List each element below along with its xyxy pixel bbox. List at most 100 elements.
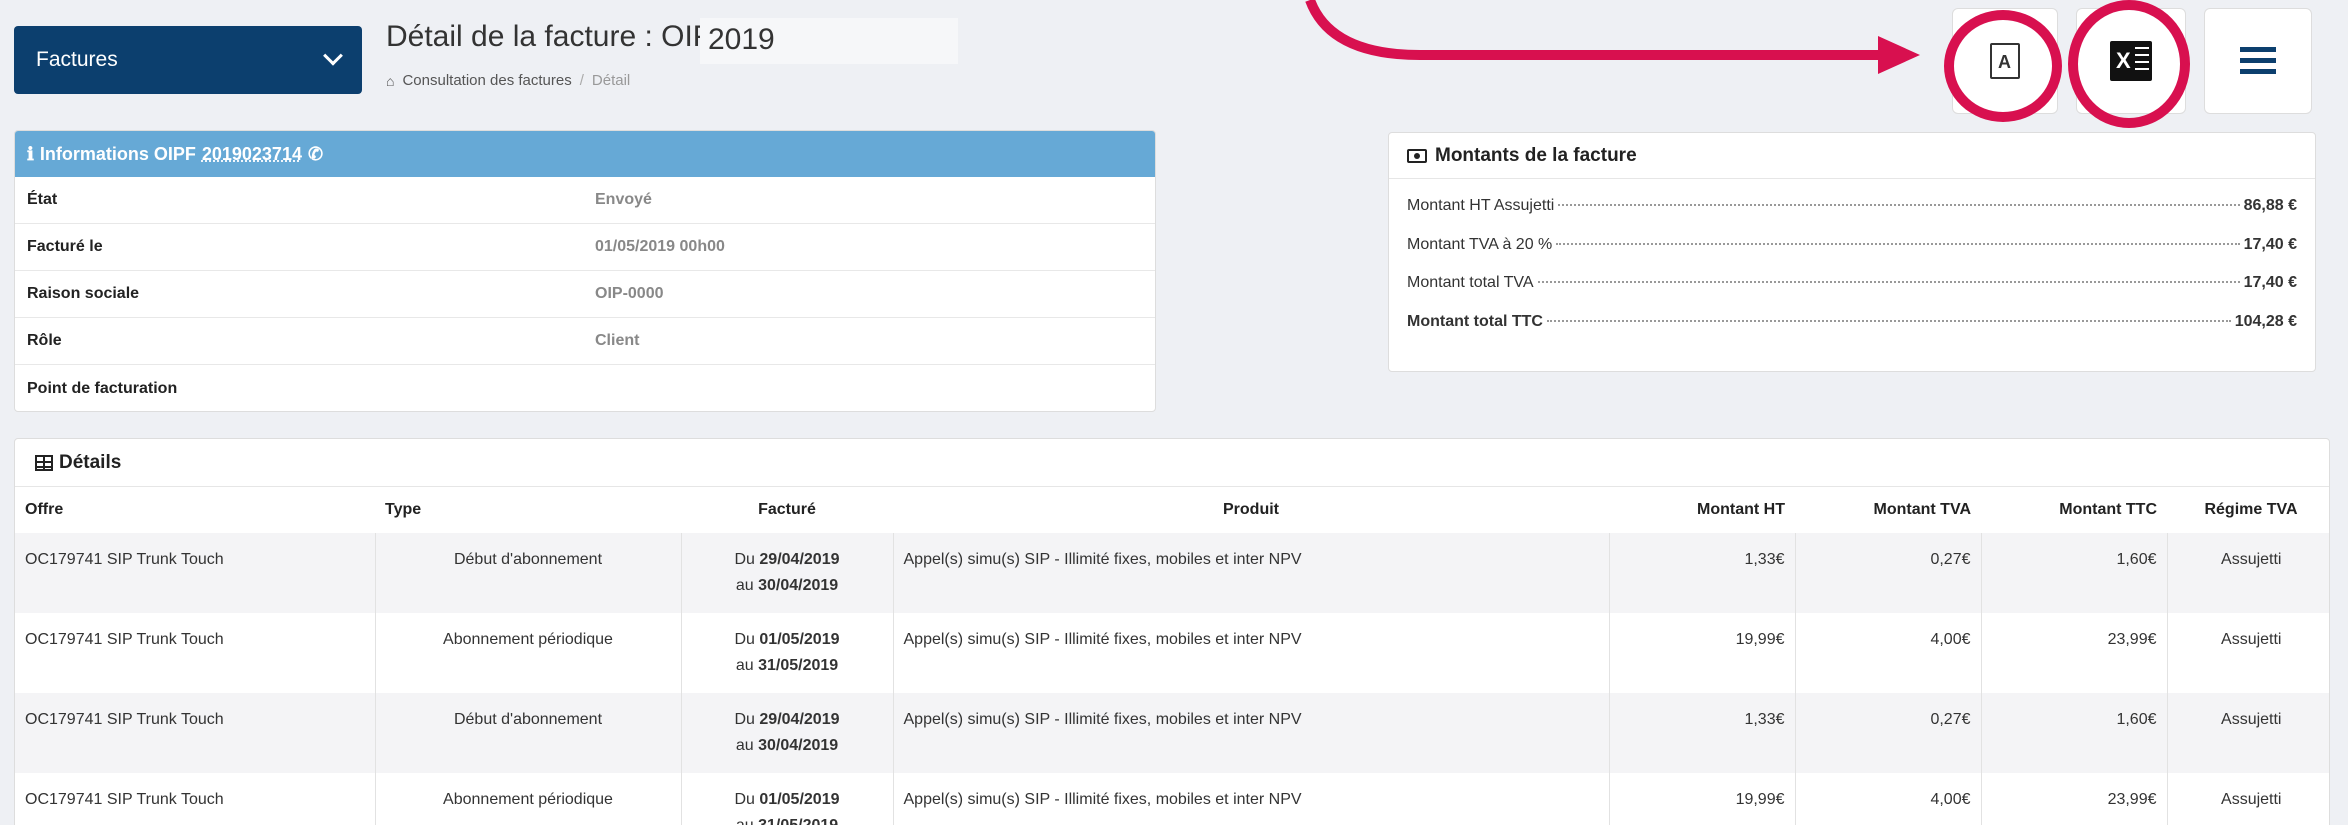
page-title-year: 2019 bbox=[700, 18, 958, 64]
page-title: Détail de la facture : OIPF bbox=[386, 20, 732, 53]
cell-type: Abonnement périodique bbox=[374, 613, 681, 693]
cell-offre: OC179741 SIP Trunk Touch bbox=[25, 551, 224, 568]
list-icon bbox=[2240, 47, 2276, 75]
amount-value: 17,40 € bbox=[2243, 235, 2297, 253]
cell-produit: Appel(s) simu(s) SIP - Illimité fixes, m… bbox=[892, 773, 1609, 825]
phone-icon: ✆ bbox=[307, 143, 324, 164]
table-row: OC179741 SIP Trunk Touch Début d'abonnem… bbox=[15, 533, 2329, 613]
cell-type: Abonnement périodique bbox=[374, 773, 681, 825]
cell-montant-ttc: 23,99€ bbox=[1980, 773, 2167, 825]
amount-label: Montant HT Assujetti bbox=[1407, 197, 1555, 214]
amounts-title: Montants de la facture bbox=[1435, 144, 1637, 166]
cell-type: Début d'abonnement bbox=[374, 533, 681, 613]
cell-montant-ttc: 1,60€ bbox=[1980, 533, 2167, 613]
info-value: Client bbox=[595, 332, 640, 349]
cell-regime-tva: Assujetti bbox=[2166, 693, 2329, 773]
cell-montant-ht: 1,33€ bbox=[1608, 693, 1795, 773]
table-row: OC179741 SIP Trunk Touch Début d'abonnem… bbox=[15, 693, 2329, 773]
breadcrumb-separator: / bbox=[579, 72, 584, 89]
details-table: Offre Type Facturé Produit Montant HT Mo… bbox=[15, 487, 2329, 825]
cell-facture: Du 01/05/2019au 31/05/2019 bbox=[680, 613, 893, 693]
cell-montant-ht: 19,99€ bbox=[1608, 613, 1795, 693]
breadcrumb: ⌂ Consultation des factures / Détail bbox=[386, 72, 630, 89]
cell-produit: Appel(s) simu(s) SIP - Illimité fixes, m… bbox=[892, 613, 1609, 693]
factures-nav-dropdown[interactable]: Factures bbox=[14, 26, 362, 94]
table-icon bbox=[35, 454, 53, 471]
info-label: Point de facturation bbox=[27, 379, 178, 397]
column-header-facture[interactable]: Facturé bbox=[681, 487, 893, 533]
breadcrumb-current: Détail bbox=[591, 72, 631, 89]
column-header-montant-tva[interactable]: Montant TVA bbox=[1795, 487, 1981, 533]
cell-montant-ht: 1,33€ bbox=[1608, 533, 1795, 613]
column-header-montant-ht[interactable]: Montant HT bbox=[1609, 487, 1795, 533]
invoice-info-panel: ℹ Informations OIPF 2019023714 ✆ État Env… bbox=[14, 130, 1156, 412]
column-header-montant-ttc[interactable]: Montant TTC bbox=[1981, 487, 2167, 533]
cell-montant-tva: 0,27€ bbox=[1794, 533, 1981, 613]
money-icon bbox=[1407, 148, 1427, 163]
amount-row-ht: Montant HT Assujetti 86,88 € bbox=[1407, 197, 2297, 236]
annotation-circle-pdf bbox=[1944, 10, 2062, 122]
list-view-button[interactable] bbox=[2204, 8, 2312, 114]
cell-regime-tva: Assujetti bbox=[2166, 613, 2329, 693]
cell-montant-ttc: 1,60€ bbox=[1980, 693, 2167, 773]
info-row-point-facturation: Point de facturation bbox=[15, 365, 1155, 411]
info-label: Raison sociale bbox=[27, 285, 140, 302]
cell-montant-tva: 0,27€ bbox=[1794, 693, 1981, 773]
cell-facture: Du 01/05/2019au 31/05/2019 bbox=[680, 773, 893, 825]
cell-type: Début d'abonnement bbox=[374, 693, 681, 773]
column-header-type[interactable]: Type bbox=[375, 487, 681, 533]
info-row-raison-sociale: Raison sociale OIP-0000 bbox=[15, 271, 1155, 318]
amount-value: 86,88 € bbox=[2243, 197, 2297, 214]
cell-offre: OC179741 SIP Trunk Touch bbox=[25, 791, 224, 808]
cell-offre: OC179741 SIP Trunk Touch bbox=[25, 711, 224, 728]
column-header-produit[interactable]: Produit bbox=[893, 487, 1609, 533]
amount-row-total-ttc: Montant total TTC 104,28 € bbox=[1407, 313, 2297, 352]
cell-facture: Du 29/04/2019 au 30/04/2019 bbox=[680, 533, 893, 613]
info-icon: ℹ bbox=[27, 143, 34, 164]
cell-montant-ttc: 23,99€ bbox=[1980, 613, 2167, 693]
info-value: 01/05/2019 00h00 bbox=[595, 238, 725, 255]
cell-montant-tva: 4,00€ bbox=[1794, 613, 1981, 693]
cell-regime-tva: Assujetti bbox=[2166, 533, 2329, 613]
amount-value: 104,28 € bbox=[2234, 312, 2297, 330]
cell-produit: Appel(s) simu(s) SIP - Illimité fixes, m… bbox=[892, 533, 1609, 613]
nav-dropdown-label: Factures bbox=[36, 48, 118, 71]
info-row-facture-le: Facturé le 01/05/2019 00h00 bbox=[15, 224, 1155, 271]
table-header-row: Offre Type Facturé Produit Montant HT Mo… bbox=[15, 487, 2329, 533]
home-icon: ⌂ bbox=[386, 72, 395, 89]
table-row: OC179741 SIP Trunk Touch Abonnement péri… bbox=[15, 773, 2329, 825]
amount-label: Montant total TVA bbox=[1407, 274, 1534, 291]
column-header-regime-tva[interactable]: Régime TVA bbox=[2167, 487, 2329, 533]
details-header: Détails bbox=[15, 439, 2329, 487]
info-label: Facturé le bbox=[27, 238, 103, 255]
amount-row-tva-20: Montant TVA à 20 % 17,40 € bbox=[1407, 236, 2297, 275]
cell-montant-ht: 19,99€ bbox=[1608, 773, 1795, 825]
annotation-circle-excel bbox=[2068, 0, 2190, 128]
amount-label: Montant total TTC bbox=[1407, 312, 1543, 330]
amount-value: 17,40 € bbox=[2243, 274, 2297, 291]
amounts-header: Montants de la facture bbox=[1389, 133, 2315, 179]
info-value: Envoyé bbox=[595, 191, 652, 208]
info-title: Informations OIPF bbox=[39, 143, 196, 164]
info-row-role: Rôle Client bbox=[15, 318, 1155, 365]
info-value: OIP-0000 bbox=[595, 285, 664, 302]
cell-offre: OC179741 SIP Trunk Touch bbox=[25, 631, 224, 648]
info-row-etat: État Envoyé bbox=[15, 177, 1155, 224]
cell-regime-tva: Assujetti bbox=[2166, 773, 2329, 825]
breadcrumb-link-consultation[interactable]: Consultation des factures bbox=[402, 72, 571, 89]
chevron-down-icon bbox=[323, 45, 343, 66]
details-title: Détails bbox=[59, 451, 122, 473]
column-header-offre[interactable]: Offre bbox=[15, 487, 375, 533]
amount-label: Montant TVA à 20 % bbox=[1407, 235, 1553, 253]
invoice-amounts-panel: Montants de la facture Montant HT Assuje… bbox=[1388, 132, 2316, 372]
info-panel-header: ℹ Informations OIPF 2019023714 ✆ bbox=[15, 131, 1155, 177]
cell-produit: Appel(s) simu(s) SIP - Illimité fixes, m… bbox=[892, 693, 1609, 773]
table-row: OC179741 SIP Trunk Touch Abonnement péri… bbox=[15, 613, 2329, 693]
info-invoice-number[interactable]: 2019023714 bbox=[202, 144, 302, 165]
cell-facture: Du 29/04/2019 au 30/04/2019 bbox=[680, 693, 893, 773]
info-label: Rôle bbox=[27, 332, 62, 349]
details-panel: Détails Offre Type Facturé Produit Monta… bbox=[14, 438, 2330, 825]
info-label: État bbox=[27, 191, 58, 208]
amount-row-total-tva: Montant total TVA 17,40 € bbox=[1407, 274, 2297, 313]
cell-montant-tva: 4,00€ bbox=[1794, 773, 1981, 825]
